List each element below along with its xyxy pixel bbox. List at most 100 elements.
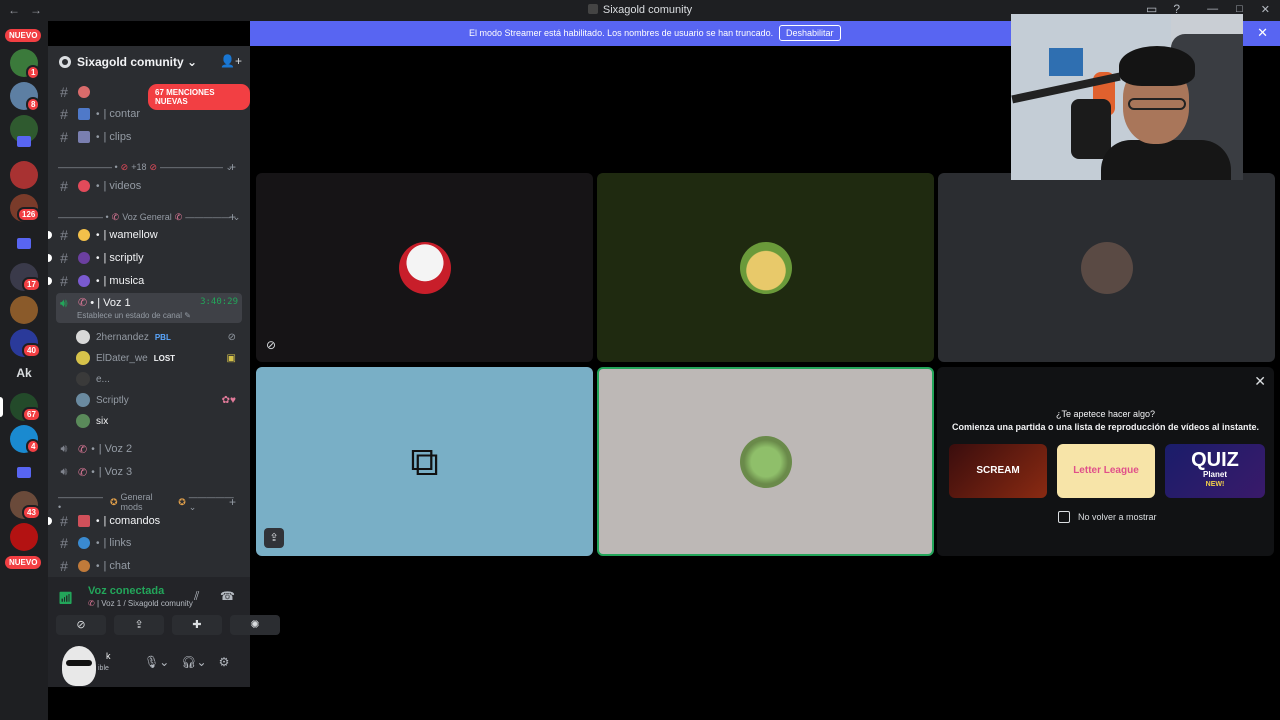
- hash-icon: #: [60, 273, 68, 289]
- hash-icon: #: [60, 106, 68, 122]
- video-tile[interactable]: [938, 173, 1275, 362]
- close-icon[interactable]: ✕: [1254, 373, 1266, 390]
- hash-icon: #: [60, 250, 68, 266]
- channel-videos[interactable]: # • | videos: [56, 176, 242, 196]
- avatar: [76, 351, 90, 365]
- channel-clips[interactable]: # • | clips: [56, 127, 242, 147]
- game-card-quiz-planet[interactable]: QUIZ Planet NEW!: [1165, 444, 1265, 498]
- mic-icon[interactable]: 🎙︎⌄: [144, 655, 169, 669]
- channel-contar[interactable]: # • | contar: [56, 104, 242, 124]
- category-voz-general[interactable]: ————— • ✆ Voz General ✆ ————— ⌄ +: [58, 210, 242, 224]
- avatar: [76, 330, 90, 344]
- server-badge: 43: [22, 505, 41, 520]
- voice-timer: 3:40:29: [200, 297, 238, 307]
- wall-sign: [1049, 48, 1083, 76]
- server-icon[interactable]: [10, 296, 38, 324]
- channel-chat[interactable]: # • | chat: [56, 556, 242, 576]
- banner-close-icon[interactable]: ✕: [1257, 25, 1268, 41]
- settings-gear-icon[interactable]: ⚙: [219, 655, 230, 669]
- video-tile[interactable]: ⧉ ⇪: [256, 367, 593, 556]
- channel-emoji: [78, 131, 90, 143]
- avatar: [398, 241, 451, 294]
- hash-icon: #: [60, 227, 68, 243]
- server-badge: 4: [26, 439, 41, 454]
- channel-voz2[interactable]: 🔊︎ ✆ • | Voz 2: [56, 439, 242, 459]
- voice-connected-panel: 📶︎ Voz conectada ✆ | Voz 1 / Sixagold co…: [48, 577, 280, 687]
- folder-icon[interactable]: [17, 238, 31, 249]
- avatar: [1080, 241, 1133, 294]
- person-body: [1101, 140, 1231, 180]
- voice-user[interactable]: e...: [76, 369, 242, 389]
- person-glasses: [1128, 98, 1186, 110]
- server-badge: 17: [22, 277, 41, 292]
- close-icon[interactable]: ✕: [1261, 3, 1270, 16]
- avatar: [739, 435, 792, 488]
- server-badge: 67: [22, 407, 41, 422]
- microphone: [1071, 99, 1111, 159]
- audio-wave-icon: ⧉: [410, 439, 439, 484]
- server-icon[interactable]: [10, 161, 38, 189]
- game-card-letter-league[interactable]: Letter League: [1057, 444, 1155, 498]
- activity-subtitle: Comienza una partida o una lista de repr…: [951, 422, 1260, 432]
- voice-connected-label[interactable]: Voz conectada: [88, 585, 164, 597]
- folder-icon[interactable]: [17, 136, 31, 147]
- channel-links[interactable]: # • | links: [56, 533, 242, 553]
- video-tile[interactable]: [597, 173, 934, 362]
- channel-status[interactable]: Establece un estado de canal ✎: [77, 311, 191, 320]
- person-hair: [1119, 46, 1195, 86]
- soundboard-button[interactable]: ✺: [230, 615, 280, 635]
- activities-button[interactable]: ✚: [172, 615, 222, 635]
- screen-share-button[interactable]: ⇪: [114, 615, 164, 635]
- invite-icon[interactable]: 👤+: [220, 54, 242, 68]
- avatar: [76, 414, 90, 428]
- voice-user[interactable]: Scriptly ✿♥: [76, 390, 242, 410]
- speaker-icon: 🔊︎: [60, 296, 68, 310]
- avatar: [739, 241, 792, 294]
- headphones-icon[interactable]: 🎧︎⌄: [181, 655, 206, 669]
- channel-emoji: [78, 515, 90, 527]
- avatar: [76, 393, 90, 407]
- channel-comandos[interactable]: # • | comandos: [48, 511, 242, 531]
- video-tile[interactable]: ⊘: [256, 173, 593, 362]
- server-header[interactable]: Sixagold comunity ⌄ 👤+: [48, 46, 250, 78]
- activity-question: ¿Te apetece hacer algo?: [1055, 409, 1156, 419]
- server-icon[interactable]: [10, 523, 38, 551]
- add-channel-icon[interactable]: +: [229, 160, 236, 174]
- dont-show-checkbox[interactable]: [1058, 511, 1070, 523]
- hash-icon: #: [60, 178, 68, 194]
- channel-emoji: [78, 537, 90, 549]
- voice-channel-voz1[interactable]: 🔊︎ ✆ • | Voz 1 3:40:29 Establece un esta…: [56, 293, 242, 323]
- hash-icon: #: [60, 129, 68, 145]
- category-general-mods[interactable]: ————— • ✪ General mods ✪ ————— ⌄ +: [58, 492, 242, 513]
- activity-icon[interactable]: ⇪: [264, 528, 284, 548]
- deafened-icon: ⊘: [227, 331, 236, 343]
- game-card-scream[interactable]: SCREAM: [949, 444, 1047, 498]
- channel-scriptly[interactable]: # • | scriptly: [48, 248, 242, 268]
- voice-user[interactable]: ElDater_we LOST ▣: [76, 348, 242, 368]
- guild-icon: [59, 56, 71, 68]
- voice-user[interactable]: 2hernandez PBL ⊘: [76, 327, 242, 347]
- voice-user[interactable]: six: [76, 411, 242, 431]
- camera-off-button[interactable]: ⊘: [56, 615, 106, 635]
- folder-icon[interactable]: [17, 467, 31, 478]
- banner-message: El modo Streamer está habilitado. Los no…: [469, 28, 774, 38]
- channel-musica[interactable]: # • | musica: [48, 271, 242, 291]
- channel-sidebar: Sixagold comunity ⌄ 👤+ 67 MENCIONES NUEV…: [48, 46, 250, 577]
- video-tile-speaking[interactable]: [597, 367, 934, 556]
- server-name: Sixagold comunity ⌄: [77, 55, 198, 69]
- category-plus18[interactable]: —————— • ⊘ +18 ⊘ ——————— ⌄ +: [58, 160, 242, 174]
- channel-row[interactable]: #: [56, 82, 242, 102]
- channel-emoji: [78, 252, 90, 264]
- disable-button[interactable]: Deshabilitar: [779, 25, 841, 41]
- activity-prompt: ✕ ¿Te apetece hacer algo? Comienza una p…: [937, 367, 1274, 556]
- channel-voz3[interactable]: 🔊︎ ✆ • | Voz 3: [56, 462, 242, 482]
- disconnect-icon[interactable]: ☎: [220, 589, 235, 603]
- channel-wamellow[interactable]: # • | wamellow: [48, 225, 242, 245]
- server-ak[interactable]: Ak: [10, 359, 38, 387]
- noise-suppression-icon[interactable]: ⫽: [194, 589, 199, 604]
- add-channel-icon[interactable]: +: [229, 210, 236, 224]
- signal-icon[interactable]: 📶︎: [58, 591, 73, 605]
- add-channel-icon[interactable]: +: [229, 495, 236, 509]
- selected-indicator: [0, 397, 3, 417]
- server-badge: 1: [26, 65, 41, 80]
